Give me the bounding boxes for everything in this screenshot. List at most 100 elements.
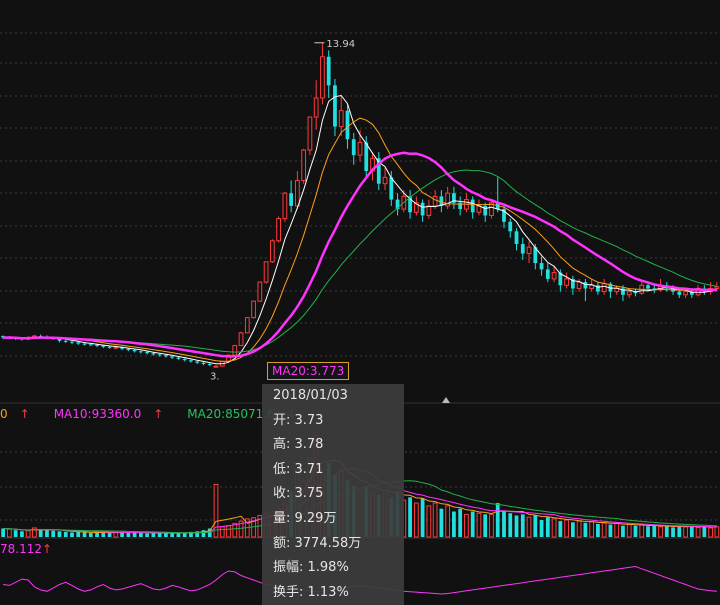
candle-body	[364, 142, 369, 171]
volume-bar	[132, 532, 137, 537]
candle-body	[207, 363, 212, 365]
volume-bar	[539, 520, 544, 537]
candle-body	[539, 263, 544, 270]
low-price-label: 3.	[210, 371, 220, 382]
volume-bar	[219, 526, 225, 538]
candle-body	[526, 246, 532, 255]
candle-body	[307, 116, 313, 151]
volume-bar	[138, 533, 143, 537]
volume-bar	[683, 526, 688, 538]
volume-bar	[646, 526, 650, 537]
candle-body	[357, 141, 363, 156]
candle-body	[138, 351, 143, 353]
volume-bar	[164, 533, 168, 537]
volume-bar	[576, 520, 582, 538]
scroll-marker-icon[interactable]	[442, 397, 450, 403]
volume-bar	[626, 524, 632, 538]
tooltip-amplitude: 振幅: 1.98%	[273, 560, 349, 576]
volume-bar	[570, 522, 575, 537]
candle-body	[333, 85, 337, 127]
tooltip-close: 收: 3.75	[273, 486, 324, 502]
candle-body	[551, 272, 557, 280]
volume-bar	[476, 512, 482, 538]
volume-bar	[589, 521, 595, 538]
candle-body	[508, 221, 513, 232]
candle-body	[289, 193, 294, 206]
volume-bar	[526, 516, 532, 538]
candle-body	[107, 346, 112, 348]
high-price-label: 13.94	[326, 39, 355, 50]
candle-body	[545, 269, 550, 279]
volume-bar	[689, 526, 694, 537]
volume-bar	[45, 530, 49, 537]
volume-bar	[82, 532, 87, 537]
candle-body	[95, 344, 99, 346]
candle-body	[157, 354, 162, 356]
volume-bar	[545, 517, 550, 537]
volume-ma10-label: MA10:93360.0 ↑	[53, 407, 164, 421]
candle-body	[113, 346, 119, 349]
candle-body	[626, 291, 632, 296]
volume-bar	[508, 513, 513, 537]
candle-body	[345, 110, 350, 140]
candle-body	[276, 218, 281, 242]
volume-bar	[20, 531, 24, 537]
candle-body	[251, 300, 256, 319]
candle-body	[301, 149, 307, 182]
candle-body	[257, 281, 263, 302]
volume-bar	[413, 502, 419, 538]
volume-bar	[145, 533, 150, 537]
volume-bar	[445, 505, 451, 538]
volume-bar	[614, 522, 620, 538]
candle-body	[282, 192, 288, 220]
volume-bar	[558, 521, 563, 537]
candle-body	[714, 286, 720, 289]
tooltip-low: 低: 3.71	[273, 461, 324, 477]
volume-bar	[439, 508, 444, 537]
volume-bar	[633, 525, 638, 537]
candle-body	[382, 176, 388, 185]
volume-bar	[70, 532, 74, 537]
volume-bar	[483, 514, 488, 537]
volume-bar	[226, 525, 231, 538]
candle-body	[583, 282, 588, 289]
volume-bar	[671, 527, 675, 537]
candle-body	[295, 180, 300, 207]
candle-body	[151, 353, 156, 355]
candle-body	[126, 348, 131, 351]
candle-body	[677, 291, 682, 295]
volume-bar	[658, 526, 663, 538]
volume-bar	[432, 502, 438, 538]
volume-bar	[664, 526, 669, 537]
ma30-line	[3, 169, 718, 353]
candle-body	[189, 360, 193, 362]
volume-bar	[88, 533, 93, 537]
volume-bar	[470, 511, 475, 537]
volume-bar	[420, 498, 425, 537]
volume-bar	[601, 522, 607, 538]
volume-bar	[533, 515, 538, 537]
candle-body	[520, 244, 525, 254]
volume-bar	[452, 511, 456, 537]
candle-body	[82, 343, 87, 345]
candle-body	[232, 345, 238, 356]
volume-bar	[113, 531, 119, 538]
candle-body	[132, 350, 137, 352]
volume-bar	[677, 525, 682, 537]
ma20-crosshair-tag: MA20:3.773	[267, 362, 350, 380]
candle-body	[238, 332, 244, 347]
volume-bar	[583, 522, 588, 537]
volume-bar	[408, 497, 412, 537]
candle-body	[683, 291, 688, 296]
candle-body	[201, 362, 206, 364]
candle-body	[313, 97, 319, 118]
candle-body	[351, 139, 356, 156]
candle-body	[483, 205, 488, 216]
candle-body	[263, 261, 269, 283]
candle-body	[70, 341, 74, 343]
candle-body	[514, 231, 519, 244]
tooltip-open: 开: 3.73	[273, 412, 324, 428]
volume-bar	[25, 530, 31, 538]
volume-bar	[107, 533, 112, 537]
candle-body	[576, 281, 582, 289]
